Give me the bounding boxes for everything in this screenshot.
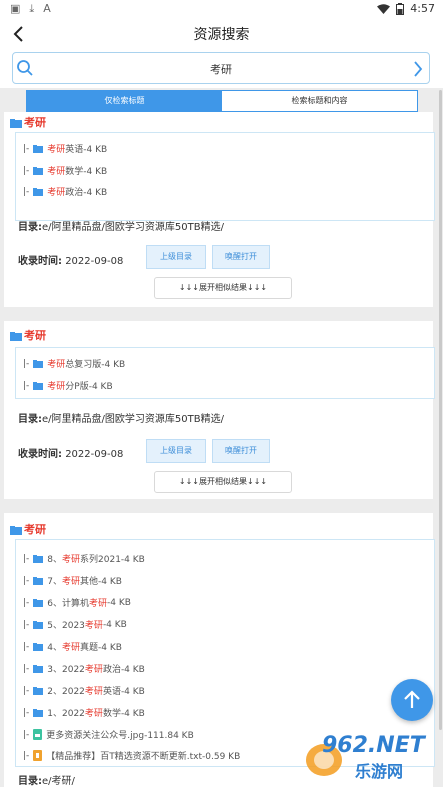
result-title[interactable]: 考研 (10, 521, 46, 537)
result-card: 考研 |- 考研 英语-4 KB |- 考研 数学-4 KB |- 考研 政治-4 K… (4, 112, 435, 307)
list-item[interactable]: |- 考研 分P版-4 KB (23, 379, 113, 393)
tab-title-and-content[interactable]: 检索标题和内容 (222, 91, 417, 111)
arrow-up-icon (404, 690, 420, 708)
list-item[interactable]: |- 考研 英语-4 KB (23, 142, 107, 156)
index-time: 收录时间: 2022-09-08 (18, 256, 124, 267)
text-file-icon (33, 750, 43, 761)
gallery-icon: ▣ (10, 2, 21, 15)
search-input[interactable]: 考研 (12, 52, 430, 84)
list-item[interactable]: |- 5、2023 考研 -4 KB (23, 618, 127, 632)
download-icon: ⤓ (29, 2, 35, 15)
scrollbar[interactable] (439, 90, 442, 730)
search-mode-tabs: 仅检索标题 检索标题和内容 (26, 90, 418, 112)
folder-icon (10, 331, 22, 341)
list-item[interactable]: |- 考研 政治-4 KB (23, 185, 107, 199)
folder-icon (33, 708, 44, 717)
folder-icon (10, 525, 22, 535)
directory-path: 目录:e/阿里精品盘/图欧学习资源库50TB精选/ (18, 222, 224, 233)
watermark-subtext: 乐游网 (355, 762, 404, 781)
folder-icon (33, 664, 44, 673)
folder-icon (33, 554, 44, 563)
expand-similar-button[interactable]: ↓↓↓展开相似结果↓↓↓ (154, 277, 292, 299)
search-bar: 考研 (0, 50, 443, 88)
directory-path: 目录:e/阿里精品盘/图欧学习资源库50TB精选/ (18, 414, 224, 425)
folder-icon (33, 620, 44, 629)
list-item[interactable]: |- 2、2022 考研 英语-4 KB (23, 684, 145, 698)
list-item[interactable]: |- 1、2022 考研 数学-4 KB (23, 706, 145, 720)
open-app-button[interactable]: 唤醒打开 (212, 245, 270, 269)
folder-icon (33, 359, 44, 368)
parent-dir-button[interactable]: 上级目录 (146, 245, 206, 269)
list-item[interactable]: |- 考研 数学-4 KB (23, 164, 107, 178)
page-title: 资源搜索 (193, 27, 250, 43)
list-item[interactable]: |- 8、 考研 系列2021-4 KB (23, 552, 145, 566)
chevron-right-icon[interactable] (411, 59, 425, 79)
list-item[interactable]: |- 更多资源关注公众号.jpg-111.84 KB (23, 728, 194, 741)
folder-icon (33, 187, 44, 196)
index-time: 收录时间: 2022-09-08 (18, 449, 124, 460)
result-title[interactable]: 考研 (10, 114, 46, 130)
expand-similar-button[interactable]: ↓↓↓展开相似结果↓↓↓ (154, 471, 292, 493)
folder-icon (33, 166, 44, 175)
folder-icon (33, 598, 44, 607)
folder-icon (33, 576, 44, 585)
image-file-icon (33, 729, 43, 740)
list-item[interactable]: |- 考研 总复习版-4 KB (23, 357, 125, 371)
list-item[interactable]: |- 【精品推荐】百T精选资源不断更新.txt-0.59 KB (23, 749, 240, 762)
open-app-button[interactable]: 唤醒打开 (212, 439, 270, 463)
file-list: |- 考研 英语-4 KB |- 考研 数学-4 KB |- 考研 政治-4 KB (15, 132, 435, 221)
file-list: |- 考研 总复习版-4 KB |- 考研 分P版-4 KB (15, 347, 435, 399)
folder-icon (33, 144, 44, 153)
list-item[interactable]: |- 4、 考研 真题-4 KB (23, 640, 122, 654)
watermark-text: 962.NET (322, 733, 425, 758)
clock: 4:57 (410, 2, 435, 15)
folder-icon (10, 118, 22, 128)
folder-icon (33, 642, 44, 651)
app-header: 资源搜索 (0, 18, 443, 50)
status-bar: ▣ ⤓ A 4:57 (0, 0, 443, 18)
result-card: 考研 |- 考研 总复习版-4 KB |- 考研 分P版-4 KB 目录:e/阿里精… (4, 321, 435, 499)
scroll-top-button[interactable] (391, 679, 433, 721)
wifi-icon (377, 3, 391, 14)
list-item[interactable]: |- 6、计算机 考研 -4 KB (23, 596, 131, 610)
parent-dir-button[interactable]: 上级目录 (146, 439, 206, 463)
folder-icon (33, 686, 44, 695)
font-icon: A (43, 2, 51, 15)
search-query: 考研 (210, 63, 232, 76)
list-item[interactable]: |- 7、 考研 其他-4 KB (23, 574, 122, 588)
list-item[interactable]: |- 3、2022 考研 政治-4 KB (23, 662, 145, 676)
directory-path: 目录:e/考研/ (18, 776, 75, 787)
battery-icon (396, 2, 405, 15)
tab-title-only[interactable]: 仅检索标题 (27, 91, 222, 111)
result-title[interactable]: 考研 (10, 327, 46, 343)
folder-icon (33, 381, 44, 390)
